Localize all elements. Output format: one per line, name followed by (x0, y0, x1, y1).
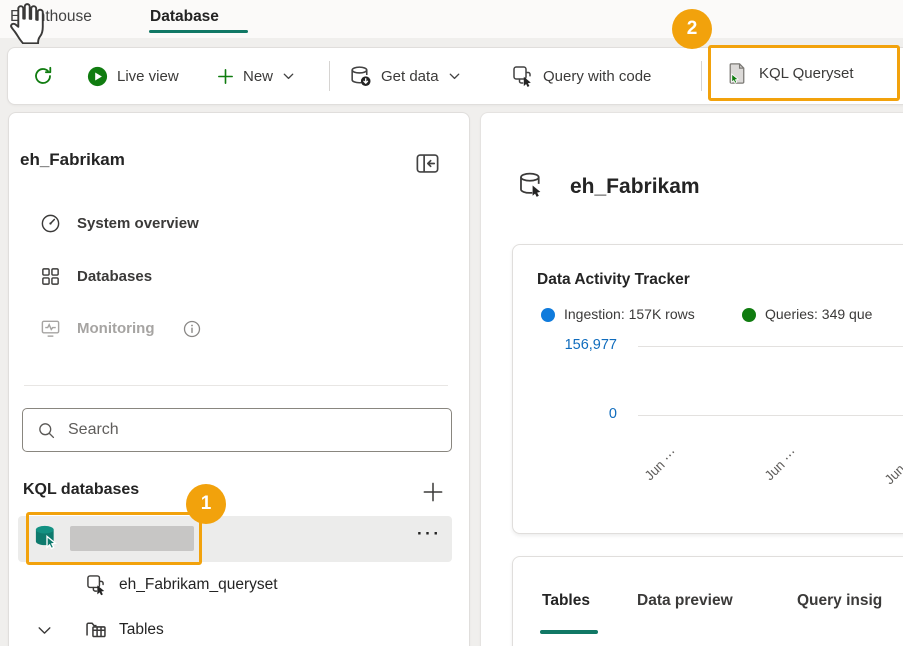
refresh-button[interactable] (31, 57, 55, 95)
kql-databases-heading: KQL databases (23, 481, 139, 499)
chevron-down-icon (281, 69, 296, 84)
more-options-button[interactable]: ··· (417, 524, 441, 544)
search-icon (37, 421, 56, 440)
add-kql-database-button[interactable] (420, 479, 446, 505)
queryset-icon (85, 573, 108, 596)
system-overview-label: System overview (77, 215, 199, 232)
app-window: Eventhouse Database Liv (0, 0, 903, 646)
legend-ingestion-label: Ingestion: 157K rows (564, 306, 695, 322)
tab-eventhouse[interactable]: Eventhouse (10, 8, 92, 26)
tab-query-insights[interactable]: Query insig (797, 592, 882, 610)
table-folder-icon (84, 618, 108, 642)
legend-queries-label: Queries: 349 que (765, 306, 872, 322)
y-axis-tick-zero: 0 (532, 406, 617, 422)
annotation-step-1-badge: 1 (186, 484, 226, 524)
grid-icon (40, 266, 61, 287)
sidebar-search (22, 408, 452, 452)
sidebar-item-monitoring[interactable]: Monitoring (40, 318, 202, 339)
get-data-button[interactable]: Get data (348, 57, 462, 95)
kql-database-icon (32, 523, 62, 553)
gauge-icon (40, 213, 61, 234)
query-with-code-button[interactable]: Query with code (511, 57, 651, 95)
tables-expand-chevron-icon[interactable] (36, 622, 53, 639)
y-axis-tick-max: 156,977 (532, 337, 617, 353)
monitor-icon (40, 318, 61, 339)
collapse-pane-button[interactable] (414, 150, 441, 177)
new-label: New (243, 68, 273, 85)
query-with-code-icon (511, 64, 535, 88)
sidebar-title: eh_Fabrikam (20, 150, 125, 170)
legend-queries-dot (742, 308, 756, 322)
queryset-label: eh_Fabrikam_queryset (119, 576, 278, 594)
new-button[interactable]: New (216, 57, 296, 95)
annotation-step-2-badge: 2 (672, 9, 712, 49)
chevron-down-icon (447, 69, 462, 84)
databases-label: Databases (77, 268, 152, 285)
legend-ingestion-dot (541, 308, 555, 322)
kql-queryset-label: KQL Queryset (759, 65, 853, 82)
monitoring-label: Monitoring (77, 320, 154, 337)
tab-data-preview[interactable]: Data preview (637, 592, 733, 610)
sidebar-divider (24, 385, 448, 386)
view-tabstrip: Eventhouse Database (0, 0, 903, 38)
sidebar-item-tables[interactable]: Tables (84, 618, 164, 642)
gridline-max (638, 346, 903, 347)
get-data-icon (348, 64, 373, 89)
plus-icon (216, 67, 235, 86)
query-with-code-label: Query with code (543, 68, 651, 85)
search-input[interactable] (66, 420, 451, 440)
page-title: eh_Fabrikam (570, 175, 700, 199)
active-tab-underline (149, 30, 248, 34)
sidebar-item-queryset[interactable]: eh_Fabrikam_queryset (85, 573, 278, 596)
info-icon[interactable] (182, 319, 202, 339)
play-icon (86, 65, 109, 88)
active-main-tab-underline (540, 630, 598, 634)
sidebar-item-databases[interactable]: Databases (40, 266, 152, 287)
database-explorer-sidebar (8, 112, 470, 646)
toolbar-divider (701, 61, 702, 91)
get-data-label: Get data (381, 68, 439, 85)
tables-label: Tables (119, 621, 164, 639)
database-title-icon (516, 170, 547, 201)
kql-queryset-icon (725, 61, 750, 86)
sidebar-item-system-overview[interactable]: System overview (40, 213, 199, 234)
redacted-database-name (70, 526, 194, 551)
live-view-button[interactable]: Live view (86, 57, 179, 95)
activity-card-title: Data Activity Tracker (537, 271, 690, 289)
tab-tables[interactable]: Tables (542, 592, 590, 610)
kql-queryset-button[interactable]: KQL Queryset (708, 45, 900, 101)
toolbar-divider (329, 61, 330, 91)
tab-database[interactable]: Database (150, 8, 219, 26)
refresh-icon (31, 64, 55, 88)
live-view-label: Live view (117, 68, 179, 85)
gridline-zero (638, 415, 903, 416)
